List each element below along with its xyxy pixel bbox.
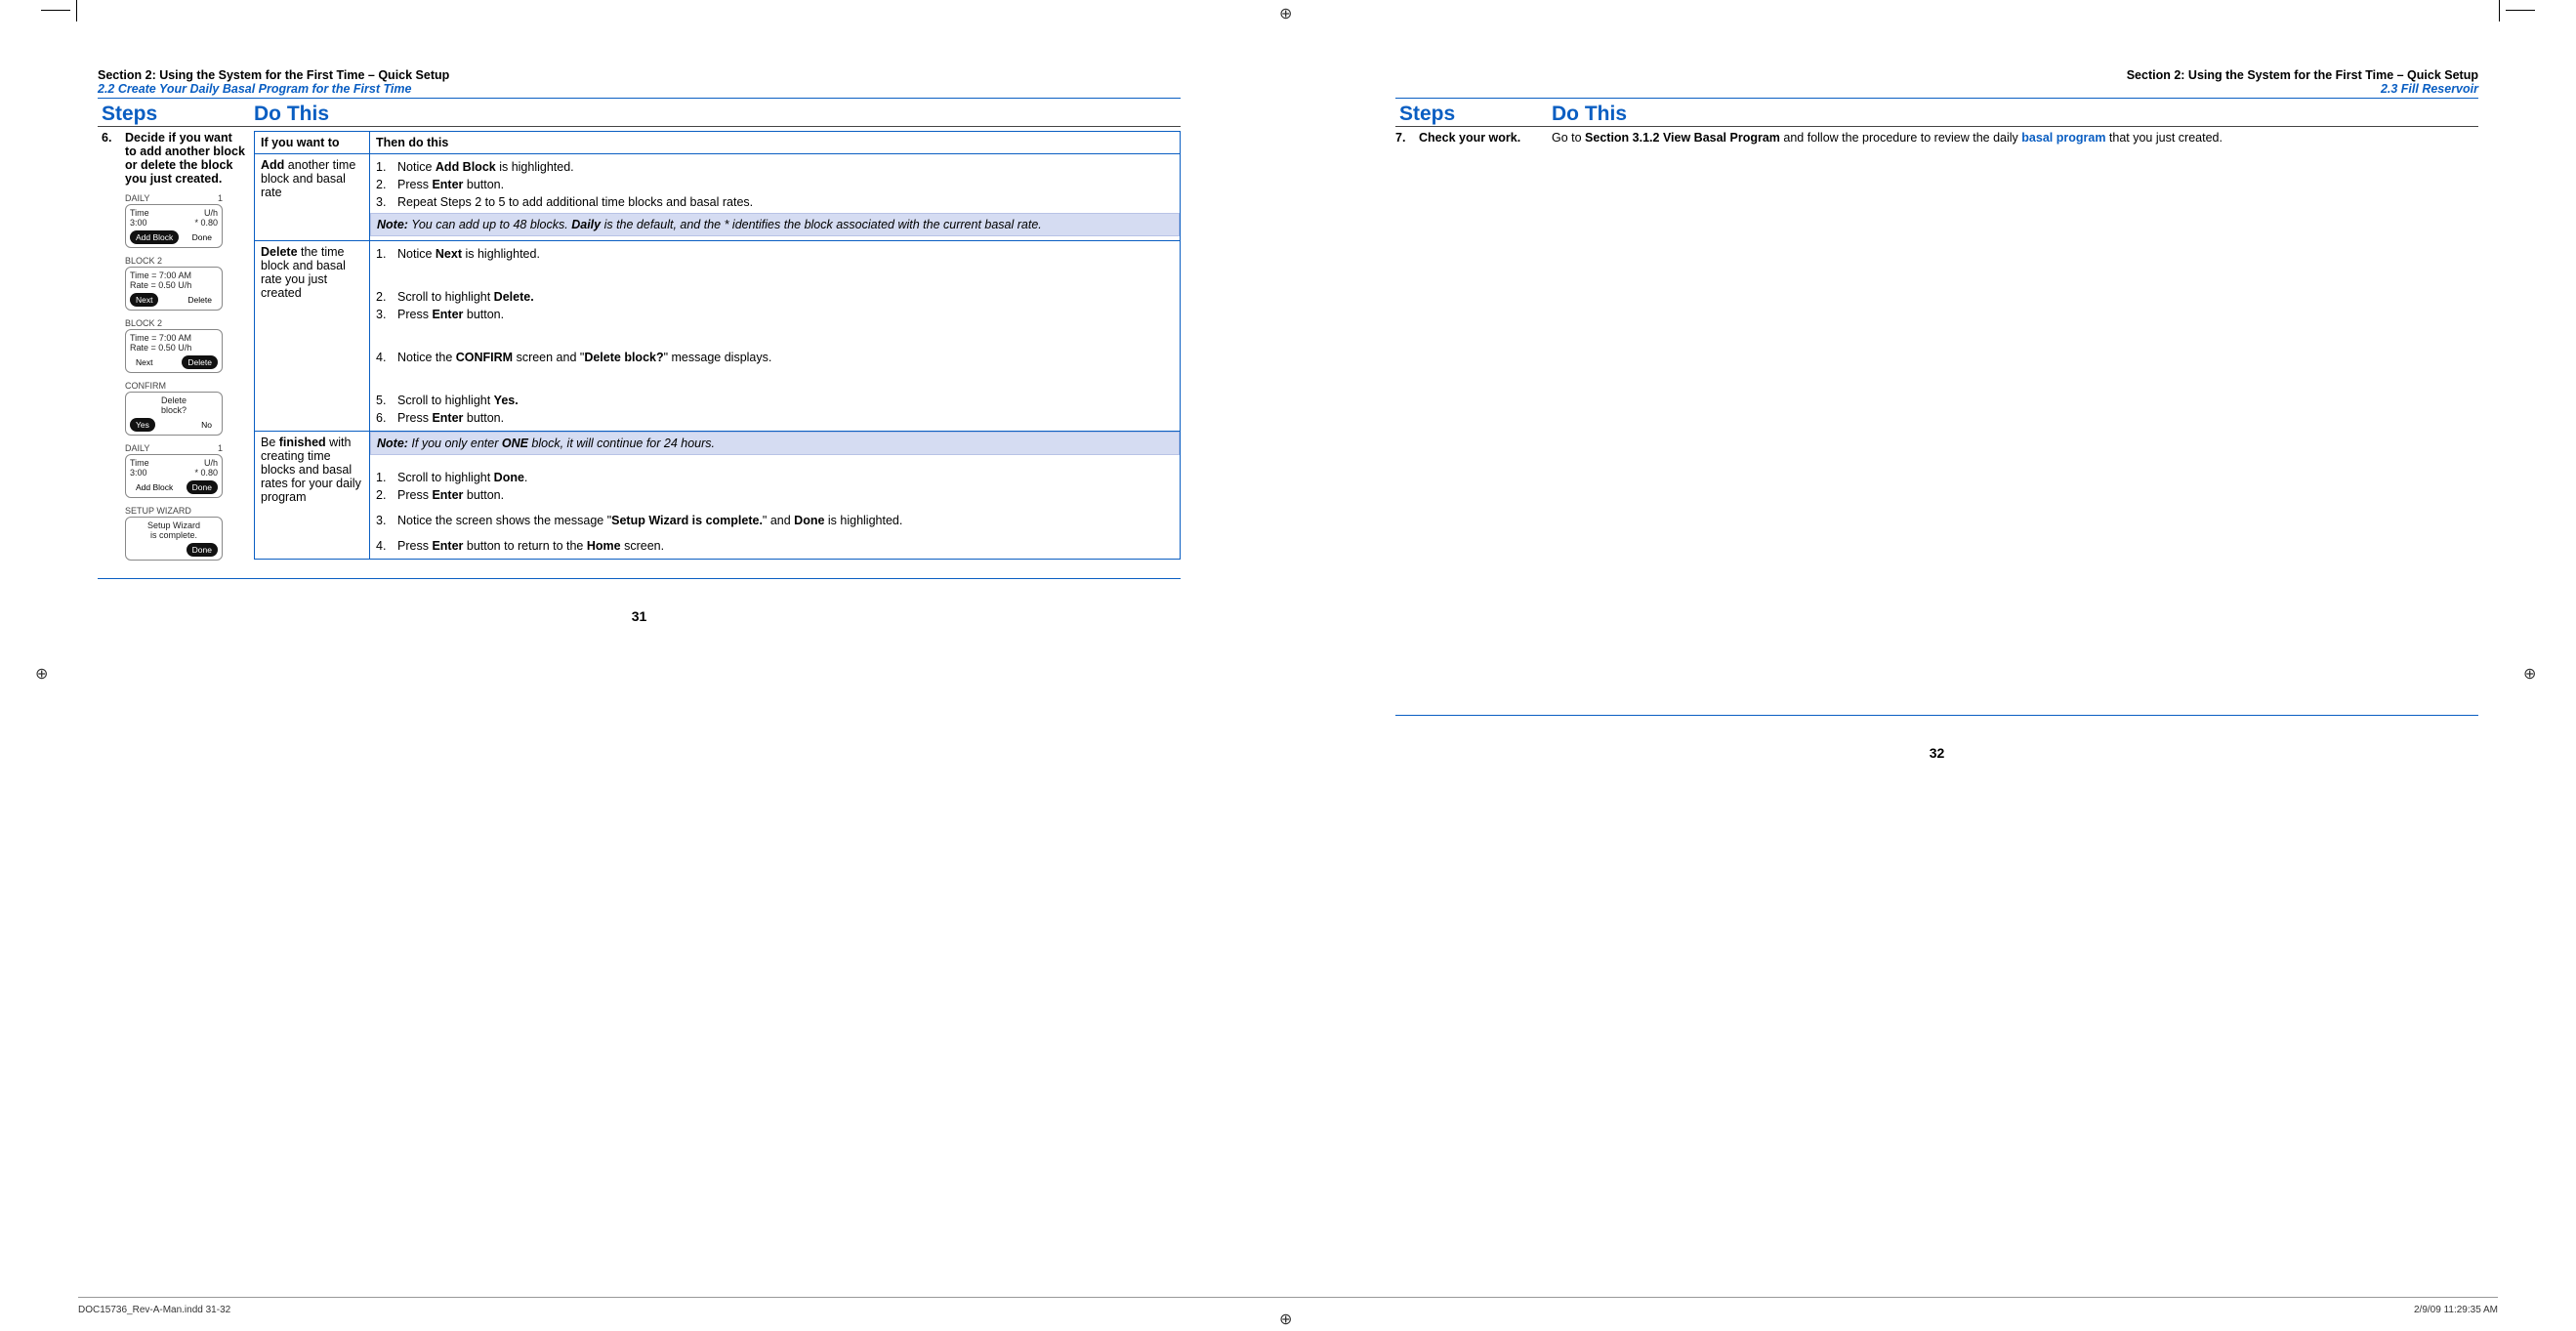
subsection-left: 2.2 Create Your Daily Basal Program for … xyxy=(98,82,1181,96)
page-number-31: 31 xyxy=(98,608,1181,624)
add-block-btn: Add Block xyxy=(130,230,179,244)
section-title-right: Section 2: Using the System for the Firs… xyxy=(1395,68,2478,82)
delete-btn: Delete xyxy=(182,355,218,369)
do-this-heading: Do This xyxy=(254,103,1181,126)
page-number-32: 32 xyxy=(1395,745,2478,761)
section-title-left: Section 2: Using the System for the Firs… xyxy=(98,68,1181,82)
note-add: Note: You can add up to 48 blocks. Daily… xyxy=(370,213,1180,236)
footer-file: DOC15736_Rev-A-Man.indd 31-32 xyxy=(78,1305,230,1315)
row-add: Add another time block and basal rate No… xyxy=(255,154,1181,241)
screen-block2-delete: BLOCK 2 Time = 7:00 AM Rate = 0.50 U/h N… xyxy=(125,318,223,373)
step-7-text: Check your work. xyxy=(1419,131,1552,145)
do-this-heading-r: Do This xyxy=(1552,103,2478,126)
basal-program-link: basal program xyxy=(2021,131,2105,145)
screen-block2-next: BLOCK 2 Time = 7:00 AM Rate = 0.50 U/h N… xyxy=(125,256,223,311)
th-then: Then do this xyxy=(370,132,1181,154)
step-6: 6. Decide if you want to add another blo… xyxy=(98,131,254,568)
device-screenshots: DAILY1 TimeU/h 3:00* 0.80 Add BlockDone … xyxy=(102,193,246,561)
footer-timestamp: 2/9/09 11:29:35 AM xyxy=(2414,1305,2498,1315)
yes-btn: Yes xyxy=(130,418,155,432)
steps-heading: Steps xyxy=(98,103,254,126)
note-finished: Note: If you only enter ONE block, it wi… xyxy=(370,432,1180,455)
step-7-do: Go to Section 3.1.2 View Basal Program a… xyxy=(1552,131,2478,145)
subsection-right: 2.3 Fill Reservoir xyxy=(1395,82,2478,96)
th-if: If you want to xyxy=(255,132,370,154)
do-this-table: If you want to Then do this Add another … xyxy=(254,131,1181,560)
steps-heading-r: Steps xyxy=(1395,103,1552,126)
done-btn: Done xyxy=(187,480,218,494)
row-finished: Be finished with creating time blocks an… xyxy=(255,432,1181,560)
screen-setup-wizard: SETUP WIZARD Setup Wizard is complete. D… xyxy=(125,506,223,561)
page-32: Section 2: Using the System for the Firs… xyxy=(1395,68,2478,761)
screen-confirm: CONFIRM Delete block? YesNo xyxy=(125,381,223,436)
done-btn-2: Done xyxy=(187,543,218,557)
screen-daily-done: DAILY1 TimeU/h 3:00* 0.80 Add BlockDone xyxy=(125,443,223,498)
page-31: Section 2: Using the System for the Firs… xyxy=(98,68,1181,761)
screen-daily-addblock: DAILY1 TimeU/h 3:00* 0.80 Add BlockDone xyxy=(125,193,223,248)
row-delete: Delete the time block and basal rate you… xyxy=(255,241,1181,432)
next-btn: Next xyxy=(130,293,158,307)
step-7-num: 7. xyxy=(1395,131,1419,145)
